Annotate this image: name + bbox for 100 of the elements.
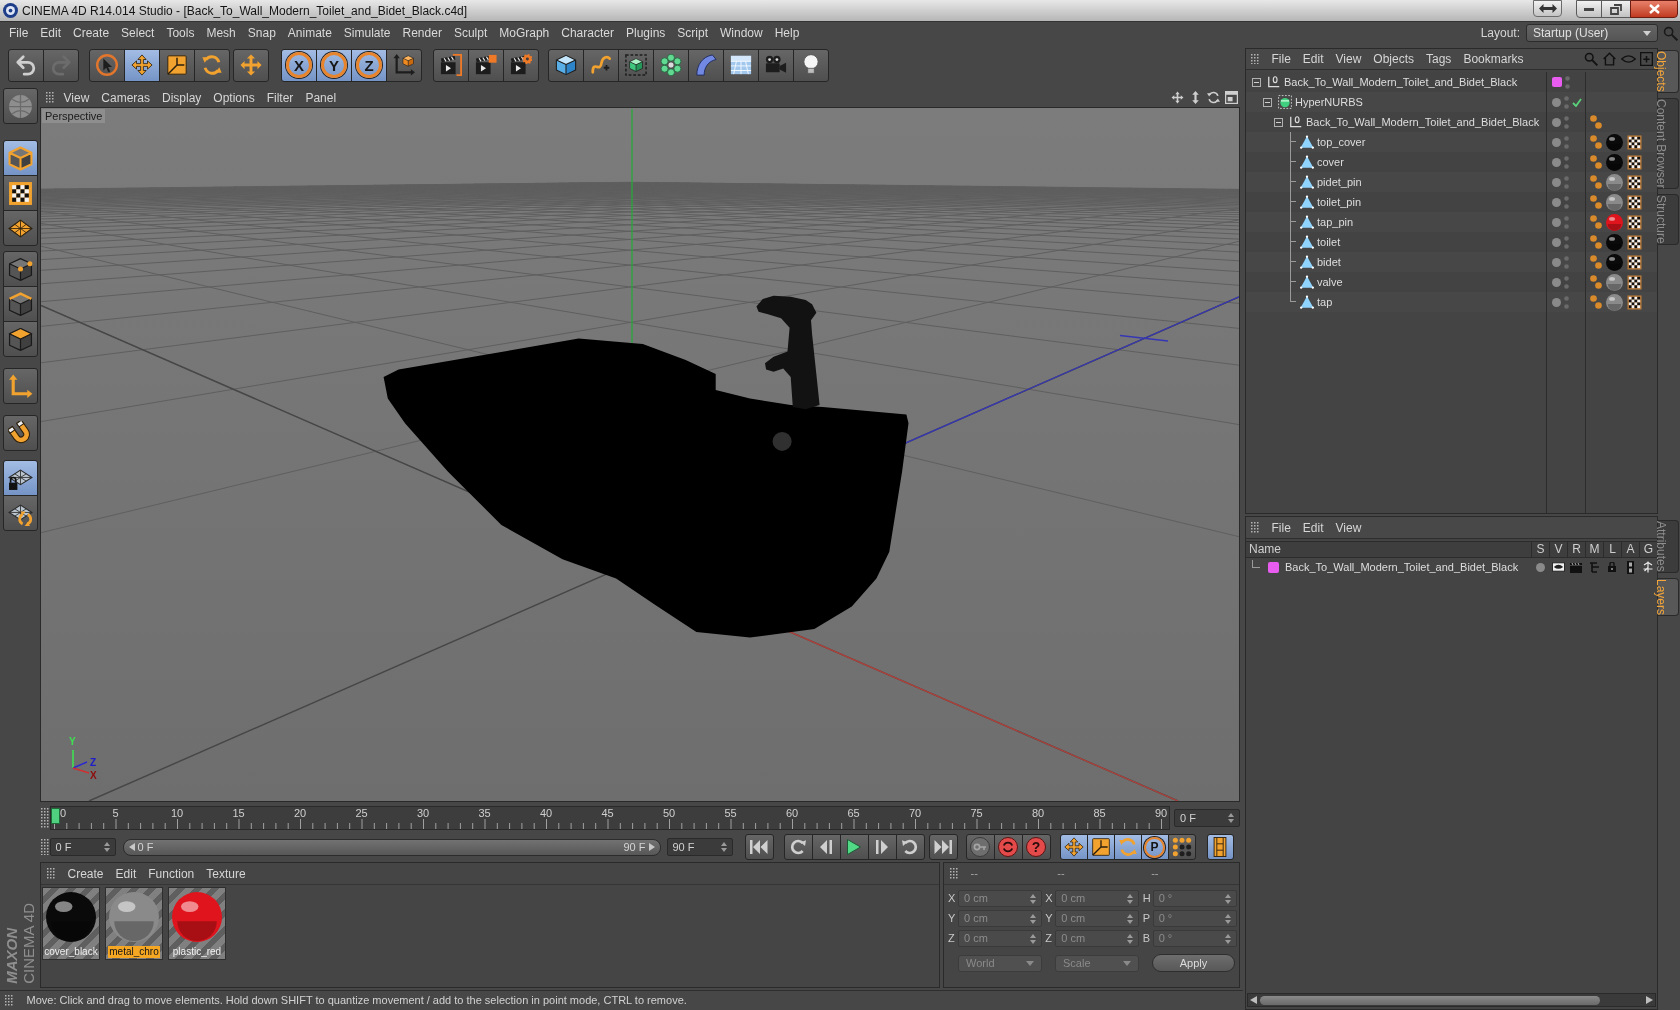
render-settings-button[interactable]	[503, 48, 539, 82]
material-tile[interactable]: plastic_red	[168, 887, 226, 960]
menu-item[interactable]: Create	[67, 23, 116, 43]
live-selection-button[interactable]	[89, 48, 125, 82]
column-header[interactable]: A	[1621, 542, 1639, 557]
edges-mode-button[interactable]	[2, 286, 38, 322]
layer-row[interactable]: Back_To_Wall_Modern_Toilet_and_Bidet_Black	[1246, 558, 1657, 576]
material-menu-item[interactable]: Create	[61, 864, 110, 883]
object-menu-item[interactable]: Edit	[1296, 50, 1330, 68]
start-frame-field[interactable]: 0 F	[49, 838, 116, 856]
menu-item[interactable]: Select	[115, 23, 161, 43]
column-header[interactable]: R	[1567, 542, 1585, 557]
material-menu-item[interactable]: Function	[142, 864, 201, 883]
cube-button[interactable]	[548, 48, 584, 82]
position-key-button[interactable]	[1059, 834, 1088, 860]
apply-button[interactable]: Apply	[1152, 954, 1235, 972]
model-mode-button[interactable]	[2, 140, 38, 176]
layout-dropdown[interactable]: Startup (User)	[1526, 24, 1658, 42]
menu-item[interactable]: Script	[671, 23, 714, 43]
workplane-mode-button[interactable]	[2, 210, 38, 246]
column-header[interactable]: Name	[1246, 542, 1531, 557]
rotation-key-button[interactable]	[1113, 834, 1142, 860]
panel-tab[interactable]: Attributes	[1658, 520, 1679, 573]
cloner-button[interactable]	[653, 48, 689, 82]
viewport-menu-item[interactable]: Cameras	[95, 88, 156, 107]
floor-button[interactable]	[723, 48, 759, 82]
resize-button[interactable]	[1533, 0, 1562, 17]
coordinate-system-button[interactable]	[386, 48, 422, 82]
menu-item[interactable]: Plugins	[619, 23, 672, 43]
menu-item[interactable]: Character	[555, 23, 620, 43]
move-tool-button[interactable]	[233, 48, 269, 82]
snapping-button[interactable]	[2, 415, 38, 451]
viewport-menu-item[interactable]: Filter	[260, 88, 300, 107]
menu-item[interactable]: Render	[396, 23, 448, 43]
menu-item[interactable]: Help	[768, 23, 806, 43]
render-view-button[interactable]	[433, 48, 469, 82]
axis-lock-button[interactable]: Z	[351, 48, 387, 82]
faucet[interactable]	[756, 295, 820, 410]
render-picture-button[interactable]	[468, 48, 504, 82]
layer-menu-item[interactable]: View	[1329, 518, 1368, 537]
end-frame-field[interactable]: 90 F	[666, 838, 733, 856]
layer-menu-item[interactable]: Edit	[1296, 518, 1330, 537]
play-button[interactable]	[839, 834, 869, 860]
material-tile[interactable]: cover_black	[42, 887, 100, 960]
object-menu-item[interactable]: Objects	[1367, 50, 1420, 68]
scale-button[interactable]	[159, 48, 195, 82]
next-key-button[interactable]	[895, 834, 925, 860]
point-level-button[interactable]	[1167, 834, 1196, 860]
panel-tab[interactable]: Content Browser	[1658, 97, 1679, 190]
menu-item[interactable]: Snap	[241, 23, 282, 43]
go-to-end-button[interactable]	[928, 834, 958, 860]
keyframe-button[interactable]	[965, 834, 995, 860]
light-button[interactable]	[793, 48, 829, 82]
parameter-key-button[interactable]: P	[1140, 834, 1169, 860]
step-back-button[interactable]	[811, 834, 841, 860]
spline-button[interactable]	[583, 48, 619, 82]
menu-item[interactable]: Edit	[34, 23, 68, 43]
menu-item[interactable]: File	[3, 23, 35, 43]
make-editable-button[interactable]	[2, 88, 38, 124]
column-header[interactable]: M	[1585, 542, 1603, 557]
planar-workplane-button[interactable]	[2, 495, 38, 531]
maximize-button[interactable]	[1601, 0, 1631, 18]
bidet-body[interactable]	[383, 338, 909, 638]
object-menu-item[interactable]: File	[1265, 50, 1297, 68]
viewport-canvas[interactable]: Perspective Y Z X	[40, 107, 1240, 802]
help-button[interactable]: ?	[1021, 834, 1051, 860]
rotate-button[interactable]	[194, 48, 230, 82]
viewport-menu-item[interactable]: Options	[207, 88, 261, 107]
menu-item[interactable]: Window	[714, 23, 769, 43]
material-menu-item[interactable]: Edit	[109, 864, 143, 883]
axis-lock-button[interactable]: Y	[316, 48, 352, 82]
scrollbar-thumb[interactable]	[1260, 995, 1600, 1005]
deformer-button[interactable]	[688, 48, 724, 82]
horizontal-scrollbar[interactable]	[1247, 993, 1656, 1007]
previous-key-button[interactable]	[783, 834, 813, 860]
menu-item[interactable]: Simulate	[337, 23, 397, 43]
auto-key-button[interactable]	[993, 834, 1023, 860]
object-menu-item[interactable]: Bookmarks	[1457, 50, 1530, 68]
current-frame-field[interactable]: 0 F	[1174, 809, 1240, 827]
step-forward-button[interactable]	[867, 834, 897, 860]
column-header[interactable]: G	[1639, 542, 1657, 557]
viewport-menu-item[interactable]: Panel	[299, 88, 343, 107]
preview-range-bar[interactable]: 0 F 90 F	[122, 838, 661, 856]
menu-item[interactable]: Animate	[281, 23, 338, 43]
menu-item[interactable]: MoGraph	[493, 23, 556, 43]
axis-mode-button[interactable]	[2, 368, 38, 404]
polygons-mode-button[interactable]	[2, 321, 38, 357]
workplane-lock-button[interactable]	[2, 460, 38, 496]
object-menu-item[interactable]: View	[1329, 50, 1368, 68]
points-mode-button[interactable]	[2, 251, 38, 287]
minimize-button[interactable]	[1576, 0, 1602, 18]
layer-menu-item[interactable]: File	[1265, 518, 1297, 537]
texture-mode-button[interactable]	[2, 175, 38, 211]
menu-item[interactable]: Sculpt	[447, 23, 494, 43]
viewport-menu-item[interactable]: Display	[156, 88, 208, 107]
scale-key-button[interactable]	[1086, 834, 1115, 860]
close-button[interactable]	[1630, 0, 1678, 18]
move-button[interactable]	[124, 48, 160, 82]
playhead[interactable]	[50, 808, 60, 824]
subdivision-button[interactable]	[618, 48, 654, 82]
